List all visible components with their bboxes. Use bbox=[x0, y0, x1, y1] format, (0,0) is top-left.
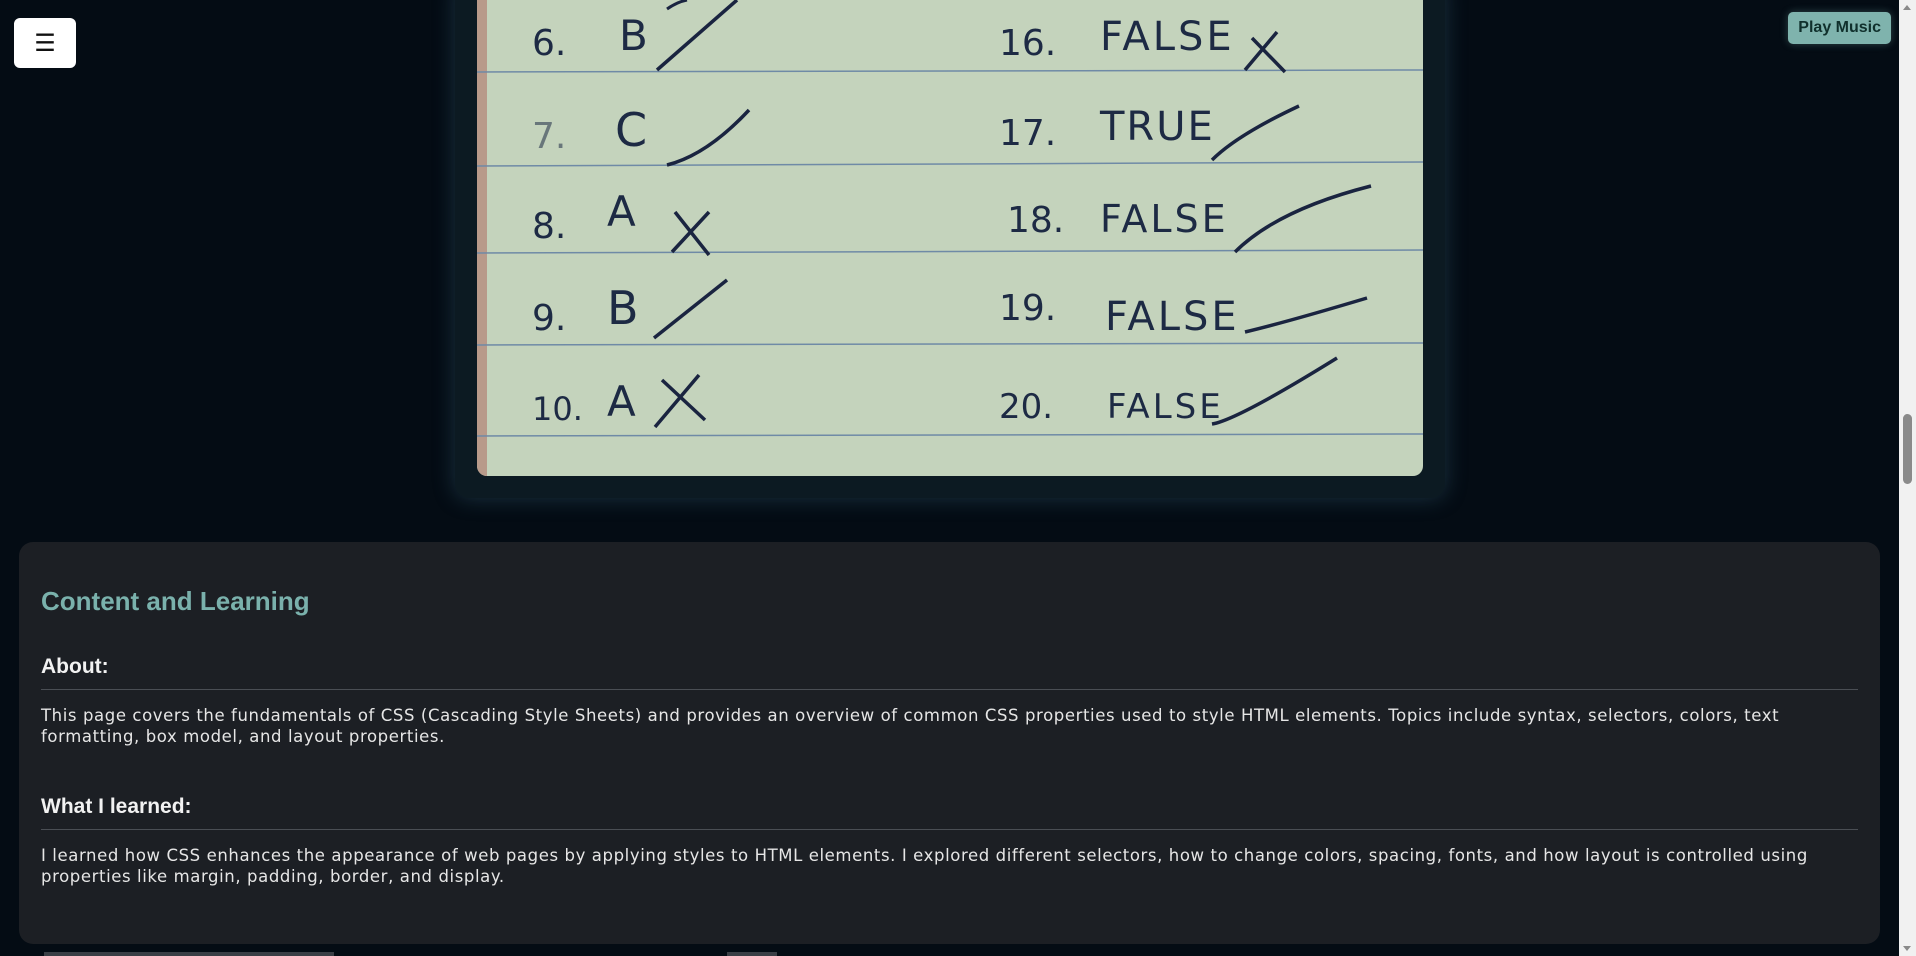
answer-value: B bbox=[607, 281, 639, 335]
answer-value: B bbox=[619, 11, 648, 60]
scrollbar-thumb[interactable] bbox=[1903, 414, 1912, 484]
check-mark bbox=[666, 108, 751, 167]
check-mark bbox=[652, 278, 729, 340]
check-mark bbox=[1211, 356, 1338, 426]
answer-number: 9. bbox=[532, 298, 566, 339]
answer-value: A bbox=[607, 187, 636, 236]
answer-value: FALSE bbox=[1100, 14, 1235, 60]
ruled-line bbox=[477, 161, 1423, 167]
next-section-edge bbox=[727, 952, 777, 956]
content-card: Content and Learning About: This page co… bbox=[19, 542, 1880, 944]
answer-value: A bbox=[607, 377, 636, 426]
section-title: Content and Learning bbox=[41, 586, 310, 616]
answer-number: 19. bbox=[999, 288, 1056, 329]
check-mark bbox=[1210, 104, 1300, 162]
hamburger-icon: ☰ bbox=[34, 29, 56, 57]
about-heading: About: bbox=[41, 655, 1858, 690]
play-music-button[interactable]: Play Music bbox=[1788, 12, 1891, 44]
check-mark bbox=[655, 0, 739, 72]
answer-number: 16. bbox=[999, 23, 1056, 64]
ruled-line bbox=[477, 249, 1423, 254]
answer-value: C bbox=[615, 103, 647, 157]
learned-text: I learned how CSS enhances the appearanc… bbox=[41, 846, 1808, 886]
answer-number: 18. bbox=[1007, 200, 1064, 241]
vertical-scrollbar[interactable] bbox=[1899, 0, 1916, 956]
answer-sheet-svg: 6. B 7. C 8. A 9. B 10. A 16. FALSE 17. … bbox=[477, 0, 1423, 476]
cross-mark bbox=[1243, 30, 1287, 74]
answer-number: 17. bbox=[999, 113, 1056, 154]
answer-number: 10. bbox=[532, 390, 583, 428]
menu-button[interactable]: ☰ bbox=[14, 18, 76, 68]
scroll-up-arrow-icon[interactable] bbox=[1903, 5, 1911, 10]
cross-mark bbox=[653, 373, 707, 429]
answer-sheet-photo: 6. B 7. C 8. A 9. B 10. A 16. FALSE 17. … bbox=[477, 0, 1423, 476]
ruled-line bbox=[477, 342, 1423, 346]
scroll-down-arrow-icon[interactable] bbox=[1903, 946, 1911, 951]
partial-check-mark bbox=[666, 0, 688, 11]
answer-number: 20. bbox=[999, 387, 1053, 427]
answer-sheet-frame: 6. B 7. C 8. A 9. B 10. A 16. FALSE 17. … bbox=[455, 0, 1445, 498]
check-mark bbox=[1233, 184, 1372, 254]
check-mark bbox=[1244, 296, 1368, 334]
about-text: This page covers the fundamentals of CSS… bbox=[41, 706, 1780, 746]
answer-value: TRUE bbox=[1099, 104, 1215, 150]
next-section-edge bbox=[44, 952, 334, 956]
answer-value: FALSE bbox=[1100, 197, 1229, 241]
cross-mark bbox=[670, 210, 711, 257]
answer-value: FALSE bbox=[1105, 294, 1240, 340]
answer-number: 7. bbox=[532, 116, 566, 157]
answer-number: 6. bbox=[532, 23, 566, 64]
learned-heading: What I learned: bbox=[41, 795, 1858, 830]
ruled-line bbox=[477, 433, 1423, 437]
answer-number: 8. bbox=[532, 206, 566, 247]
answer-value: FALSE bbox=[1107, 387, 1224, 427]
